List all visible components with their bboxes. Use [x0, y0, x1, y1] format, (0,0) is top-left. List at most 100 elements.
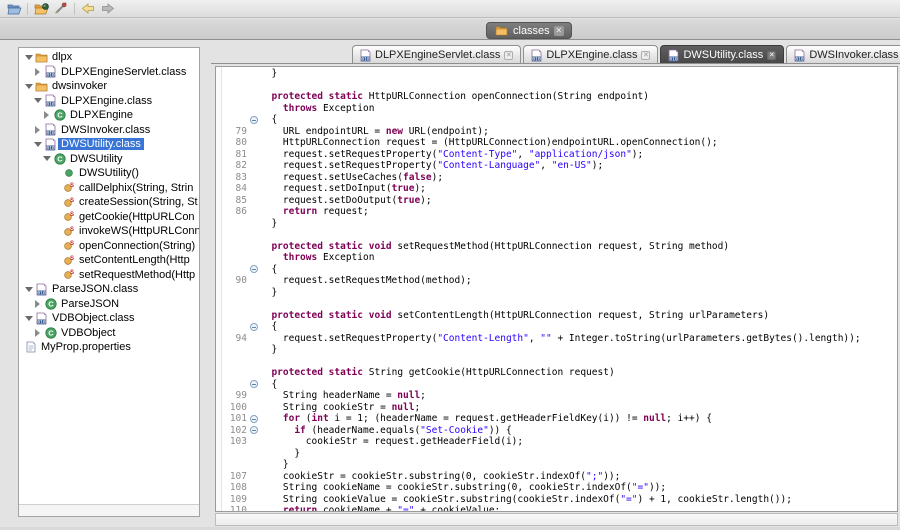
forward-icon[interactable]: [98, 1, 118, 17]
tree-item-label: DLPXEngine.class: [58, 95, 155, 107]
container-tab-strip: classes ✕: [0, 19, 900, 40]
svg-text:S: S: [69, 212, 73, 218]
expand-arrow-icon[interactable]: [32, 68, 43, 76]
keyword-token: return: [283, 206, 317, 217]
tree-item-parsejson-class[interactable]: 010ParseJSON.class: [19, 282, 199, 297]
toolbar-separator: [27, 3, 28, 15]
tree-item-dwsutility-[interactable]: DWSUtility(): [19, 166, 199, 181]
collapse-arrow-icon[interactable]: [32, 142, 43, 147]
code-editor[interactable]: } protected static HttpURLConnection ope…: [215, 66, 898, 512]
tree-item-dwsutility-class[interactable]: 010DWSUtility.class: [19, 137, 199, 152]
editor-tab-dlpxengineservlet-class[interactable]: 010DLPXEngineServlet.class✕: [352, 45, 521, 64]
collapse-arrow-icon[interactable]: [32, 98, 43, 103]
collapse-arrow-icon[interactable]: [23, 287, 34, 292]
tree-item-vdbobject-class[interactable]: 010VDBObject.class: [19, 311, 199, 326]
code-token: ; i++) {: [666, 413, 712, 424]
code-token: (: [300, 413, 311, 424]
fold-collapse-icon[interactable]: [248, 323, 260, 331]
code-line: 83 request.setUseCaches(false);: [223, 172, 897, 184]
code-token: [260, 252, 283, 263]
code-text: protected static void setRequestMethod(H…: [260, 241, 897, 252]
folder-icon: [34, 81, 49, 92]
code-text: {: [260, 321, 897, 332]
code-line: protected static String getCookie(HttpUR…: [223, 367, 897, 379]
open-type-icon[interactable]: [31, 1, 51, 17]
code-token: String cookieValue = cookieStr.substring…: [260, 494, 620, 505]
expand-arrow-icon[interactable]: [32, 329, 43, 337]
code-text: String cookieValue = cookieStr.substring…: [260, 494, 897, 505]
fold-collapse-icon[interactable]: [248, 380, 260, 388]
code-line: 103 cookieStr = request.getHeaderField(i…: [223, 436, 897, 448]
editor-tab-dlpxengine-class[interactable]: 010DLPXEngine.class✕: [523, 45, 658, 64]
class-icon: 010: [43, 138, 58, 151]
tree-item-dlpxengine-class[interactable]: 010DLPXEngine.class: [19, 94, 199, 109]
code-token: );: [592, 160, 603, 171]
line-number: 94: [223, 333, 248, 344]
tree-item-dwsutility[interactable]: CDWSUtility: [19, 152, 199, 167]
tree-item-openconnection-string-[interactable]: SopenConnection(String): [19, 239, 199, 254]
code-token: [260, 310, 271, 321]
tree-item-dwsinvoker-class[interactable]: 010DWSInvoker.class: [19, 123, 199, 138]
collapse-arrow-icon[interactable]: [23, 84, 34, 89]
close-icon[interactable]: ✕: [554, 26, 564, 36]
tree-item-createsession-string-st[interactable]: ScreateSession(String, St: [19, 195, 199, 210]
keyword-token: true: [392, 183, 415, 194]
line-number: 107: [223, 471, 248, 482]
tree-item-myprop-properties[interactable]: MyProp.properties: [19, 340, 199, 355]
container-tab-classes[interactable]: classes ✕: [486, 22, 572, 39]
code-text: }: [260, 68, 897, 79]
close-icon[interactable]: ✕: [504, 51, 513, 60]
back-icon[interactable]: [78, 1, 98, 17]
expand-arrow-icon[interactable]: [32, 300, 43, 308]
tree-item-parsejson[interactable]: CParseJSON: [19, 297, 199, 312]
tree-item-setrequestmethod-http[interactable]: SsetRequestMethod(Http: [19, 268, 199, 283]
open-file-icon[interactable]: [4, 1, 24, 17]
fold-collapse-icon[interactable]: [248, 415, 260, 423]
editor-horizontal-scrollbar[interactable]: [215, 513, 898, 526]
keyword-token: for: [283, 413, 300, 424]
code-text: URL endpointURL = new URL(endpoint);: [260, 126, 897, 137]
tree-item-setcontentlength-http[interactable]: SsetContentLength(Http: [19, 253, 199, 268]
svg-text:S: S: [69, 227, 73, 233]
tree-item-label: setContentLength(Http: [76, 254, 193, 266]
search-icon[interactable]: [51, 1, 71, 17]
code-text: }: [260, 344, 897, 355]
tree-item-dlpxengine[interactable]: CDLPXEngine: [19, 108, 199, 123]
code-token: HttpURLConnection request = (HttpURLConn…: [260, 137, 718, 148]
collapse-arrow-icon[interactable]: [41, 156, 52, 161]
code-token: ;: [420, 390, 426, 401]
fold-collapse-icon[interactable]: [248, 426, 260, 434]
tree-item-dwsinvoker[interactable]: dwsinvoker: [19, 79, 199, 94]
expand-arrow-icon[interactable]: [32, 126, 43, 134]
tree-horizontal-scrollbar[interactable]: [19, 504, 199, 516]
tree-item-vdbobject[interactable]: CVDBObject: [19, 326, 199, 341]
string-token: "Content-Length": [437, 333, 529, 344]
editor-tab-dwsutility-class[interactable]: 010DWSUtility.class✕: [660, 45, 784, 64]
expand-arrow-icon[interactable]: [41, 111, 52, 119]
code-line: 90 request.setRequestMethod(method);: [223, 275, 897, 287]
fold-collapse-icon[interactable]: [248, 265, 260, 273]
editor-tab-label: DLPXEngine.class: [546, 49, 637, 61]
tree-item-getcookie-httpurlcon[interactable]: SgetCookie(HttpURLCon: [19, 210, 199, 225]
close-icon[interactable]: ✕: [767, 51, 776, 60]
smethod-icon: S: [61, 226, 76, 237]
code-text: String cookieName = cookieStr.substring(…: [260, 482, 897, 493]
fold-collapse-icon[interactable]: [248, 116, 260, 124]
editor-tab-dwsinvoker-class[interactable]: 010DWSInvoker.class✕: [786, 45, 900, 64]
container-tab-label: classes: [513, 25, 550, 37]
code-token: {: [260, 379, 277, 390]
tree-item-invokews-httpurlconn[interactable]: SinvokeWS(HttpURLConn: [19, 224, 199, 239]
tree-item-dlpxengineservlet-class[interactable]: 010DLPXEngineServlet.class: [19, 65, 199, 80]
tree-item-label: setRequestMethod(Http: [76, 269, 198, 281]
tree-item-dlpx[interactable]: dlpx: [19, 50, 199, 65]
code-token: setContentLength(HttpURLConnection reque…: [392, 310, 770, 321]
collapse-arrow-icon[interactable]: [23, 316, 34, 321]
tree-item-calldelphix-string-strin[interactable]: ScallDelphix(String, Strin: [19, 181, 199, 196]
code-text: }: [260, 459, 897, 470]
code-line: }: [223, 448, 897, 460]
editor-tab-bar: 010DLPXEngineServlet.class✕010DLPXEngine…: [352, 45, 900, 64]
line-number: 83: [223, 172, 248, 183]
collapse-arrow-icon[interactable]: [23, 55, 34, 60]
code-line: 86 return request;: [223, 206, 897, 218]
close-icon[interactable]: ✕: [641, 51, 650, 60]
